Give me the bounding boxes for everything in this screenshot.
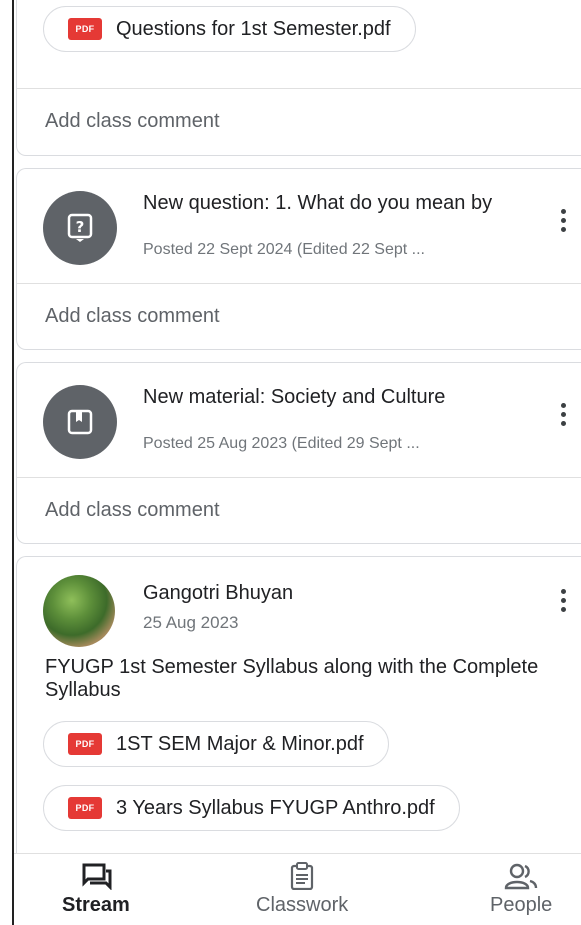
nav-people[interactable]: People (490, 862, 552, 917)
question-icon: ? (43, 191, 117, 265)
more-options-icon[interactable] (560, 589, 566, 612)
add-class-comment[interactable]: Add class comment (17, 283, 581, 349)
nav-classwork[interactable]: Classwork (256, 862, 348, 917)
material-icon (43, 385, 117, 459)
avatar (43, 575, 115, 647)
stream-icon (82, 863, 112, 890)
post-card-material[interactable]: New material: Society and Culture Posted… (16, 362, 581, 544)
pdf-icon: PDF (68, 797, 102, 819)
bottom-navigation: Stream Classwork People (14, 853, 581, 925)
attachment-name: Questions for 1st Semester.pdf (116, 17, 391, 40)
app-frame: PDF Questions for 1st Semester.pdf Add c… (12, 0, 581, 925)
add-class-comment[interactable]: Add class comment (17, 88, 581, 154)
add-class-comment[interactable]: Add class comment (17, 477, 581, 543)
post-title: New material: Society and Culture (143, 386, 446, 408)
svg-text:?: ? (76, 218, 85, 236)
post-card-attachment: PDF Questions for 1st Semester.pdf Add c… (16, 0, 581, 156)
more-options-icon[interactable] (560, 403, 566, 426)
post-date: Posted 25 Aug 2023 (Edited 29 Sept ... (143, 435, 420, 452)
pdf-icon: PDF (68, 733, 102, 755)
attachment-chip[interactable]: PDF Questions for 1st Semester.pdf (43, 6, 416, 52)
attachment-chip[interactable]: PDF 3 Years Syllabus FYUGP Anthro.pdf (43, 785, 460, 831)
nav-label: Classwork (256, 894, 349, 916)
attachment-chip[interactable]: PDF 1ST SEM Major & Minor.pdf (43, 721, 389, 767)
nav-label: People (490, 894, 553, 916)
attachment-name: 1ST SEM Major & Minor.pdf (116, 732, 364, 755)
pdf-icon: PDF (68, 18, 102, 40)
more-options-icon[interactable] (560, 209, 566, 232)
post-card-question[interactable]: ? New question: 1. What do you mean by P… (16, 168, 581, 350)
attachment-name: 3 Years Syllabus FYUGP Anthro.pdf (116, 796, 435, 819)
post-title: New question: 1. What do you mean by (143, 192, 493, 214)
post-date: Posted 22 Sept 2024 (Edited 22 Sept ... (143, 241, 425, 258)
announcement-text: FYUGP 1st Semester Syllabus along with t… (45, 656, 539, 701)
post-date: 25 Aug 2023 (143, 613, 239, 632)
nav-label: Stream (62, 894, 130, 916)
author-name: Gangotri Bhuyan (143, 582, 294, 604)
nav-stream[interactable]: Stream (62, 862, 130, 917)
clipboard-icon (291, 862, 314, 890)
people-icon (504, 863, 538, 890)
